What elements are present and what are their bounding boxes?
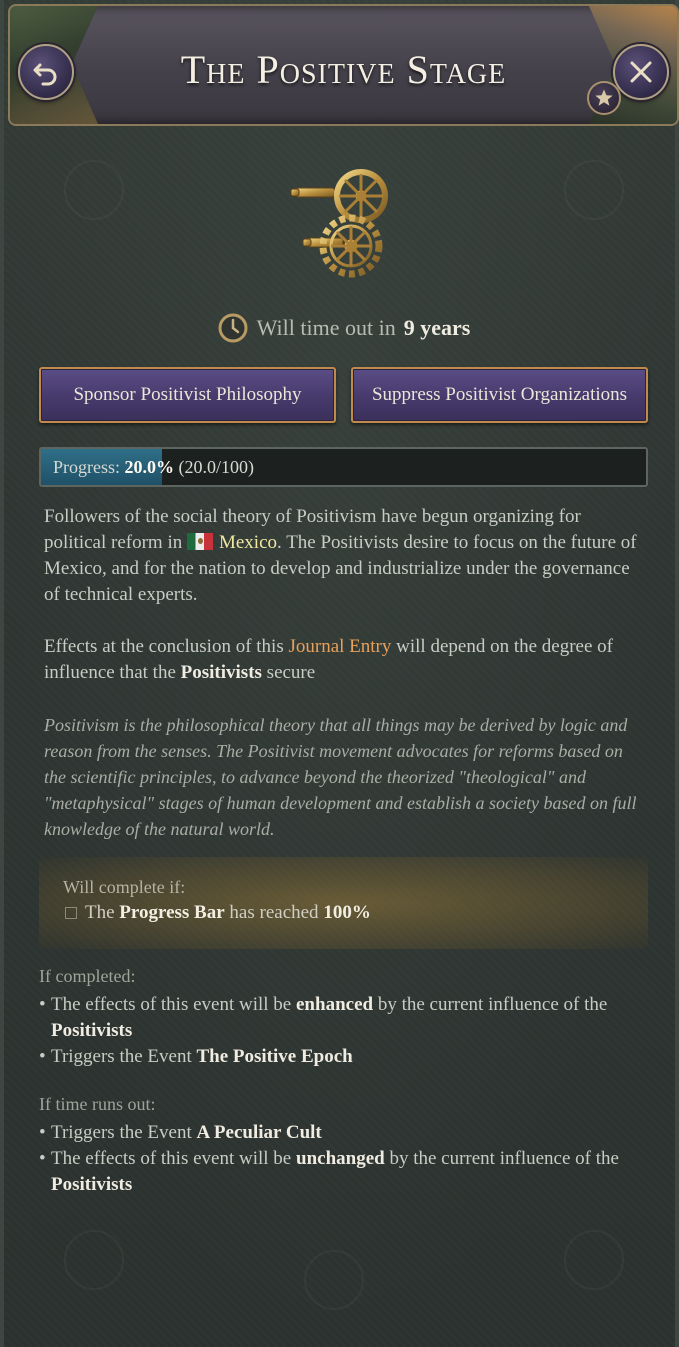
progress-text: Progress: 20.0% (20.0/100) [53,457,254,478]
bullet-emphasis: unchanged [296,1148,385,1169]
event-link[interactable]: A Peculiar Cult [196,1122,321,1143]
completion-title: Will complete if: [63,877,186,897]
list-item: • The effects of this event will be uncha… [39,1148,619,1195]
progress-label: Progress: [53,457,120,477]
country-link-mexico[interactable]: Mexico [219,532,277,553]
bullet-emphasis: enhanced [296,994,374,1015]
gears-icon [290,169,388,278]
back-arrow-icon [33,63,57,86]
if-completed-title: If completed: [39,966,136,986]
close-button[interactable] [613,44,669,100]
bullet-text: The effects of this event will be [51,1148,292,1169]
progress-bar: Progress: 20.0% (20.0/100) [39,447,648,487]
close-icon [630,61,652,83]
background-emblem [64,1230,124,1290]
list-item: • Triggers the Event A Peculiar Cult [39,1122,322,1143]
background-emblem [564,160,624,220]
bullet-text: The effects of this event will be [51,994,292,1015]
event-link[interactable]: The Positive Epoch [196,1046,352,1067]
timeout-value: 9 years [403,315,471,340]
completion-condition-box: Will complete if: The Progress Bar has r… [39,857,648,949]
list-item: • Triggers the Event The Positive Epoch [39,1046,353,1067]
if-timeout-title: If time runs out: [39,1094,156,1114]
completion-requirement: The Progress Bar has reached 100% [65,902,371,924]
description-paragraph: Followers of the social theory of Positi… [44,504,644,608]
list-item: • The effects of this event will be enhan… [39,994,608,1041]
req-subject: Progress Bar [119,902,225,923]
positivists-link[interactable]: Positivists [181,662,262,683]
positivists-link[interactable]: Positivists [51,1020,132,1041]
req-text: has reached [229,902,319,923]
flavor-text: Positivism is the philosophical theory t… [44,715,637,839]
journal-entry-link[interactable]: Journal Entry [288,636,391,657]
bullet-text: Triggers the Event [51,1122,192,1143]
progress-detail: (20.0/100) [178,457,255,477]
timeout-line: Will time out in 9 years [4,312,679,344]
suppress-positivist-button[interactable]: Suppress Positivist Organizations [351,367,648,423]
positivists-link[interactable]: Positivists [51,1174,132,1195]
background-emblem [564,1230,624,1290]
panel-header: The Positive Stage [8,4,679,126]
req-target: 100% [323,902,371,923]
bullet-text: by the current influence of the [389,1148,619,1169]
page-title: The Positive Stage [180,47,507,92]
background-emblem [304,1250,364,1310]
effects-text: Effects at the conclusion of this [44,636,284,657]
timeout-label: Will time out in [256,315,396,340]
effects-text: secure [266,662,316,683]
progress-percent: 20.0% [124,457,175,477]
clock-icon [218,313,248,343]
bullet-text: by the current influence of the [377,994,608,1015]
checkbox-icon [65,907,77,919]
req-text: The [85,902,115,923]
back-button[interactable] [18,44,74,100]
bullet-text: Triggers the Event [51,1046,192,1067]
pin-button[interactable] [587,81,621,115]
star-icon [595,89,613,106]
sponsor-positivist-button[interactable]: Sponsor Positivist Philosophy [39,367,336,423]
background-emblem [64,160,124,220]
journal-entry-panel: The Positive Stage Will time out in 9 ye… [0,0,679,1347]
effects-paragraph: Effects at the conclusion of this Journa… [44,634,644,686]
mexico-flag-icon [186,533,213,550]
